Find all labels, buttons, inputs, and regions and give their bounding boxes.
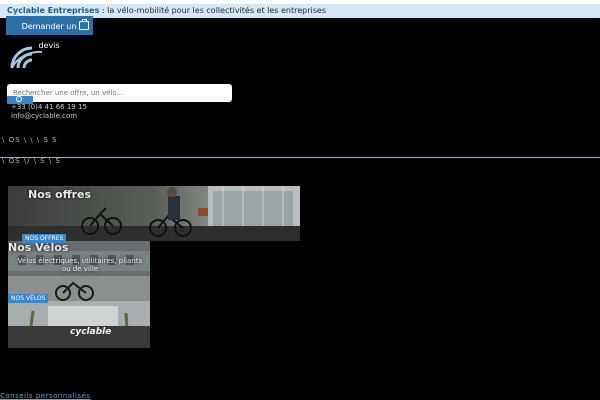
bikes-tile[interactable]: Nos Vélos Vélos électriques, utilitaires… bbox=[8, 241, 150, 348]
bikes-subtitle: Vélos électriques, utilitaires, pliants … bbox=[17, 257, 143, 273]
brand-tagline: : la vélo-mobilité pour les collectivité… bbox=[101, 6, 327, 15]
offers-tile[interactable]: Nos offres bbox=[8, 186, 300, 241]
search-icon bbox=[16, 96, 22, 102]
brand-name: Cyclable Entreprises bbox=[7, 6, 100, 15]
request-quote-button[interactable]: Demander un devis bbox=[6, 16, 93, 50]
personal-advice-link[interactable]: Conseils personnalisés bbox=[0, 392, 91, 400]
phone-number[interactable]: +33 (0)4 41 66 19 15 bbox=[11, 103, 87, 111]
briefcase-icon bbox=[79, 19, 89, 30]
offers-title: Nos offres bbox=[28, 188, 92, 201]
bikes-tag[interactable]: NOS VÉLOS bbox=[8, 294, 49, 303]
nav-menu-row-2[interactable]: \ OS \/ \ S \ S bbox=[2, 157, 61, 165]
cyclable-logo[interactable] bbox=[10, 46, 44, 70]
header-divider bbox=[0, 157, 600, 158]
offers-tag[interactable]: NOS OFFRES bbox=[22, 234, 67, 243]
nav-menu-row-1[interactable]: \ OS \ \ \ S S bbox=[2, 136, 58, 144]
search-input[interactable] bbox=[7, 84, 232, 102]
top-info-bar: Cyclable Entreprises : la vélo-mobilité … bbox=[0, 0, 600, 18]
email-link[interactable]: info@cyclable.com bbox=[11, 112, 77, 120]
shop-sign-text: cyclable bbox=[70, 327, 112, 337]
